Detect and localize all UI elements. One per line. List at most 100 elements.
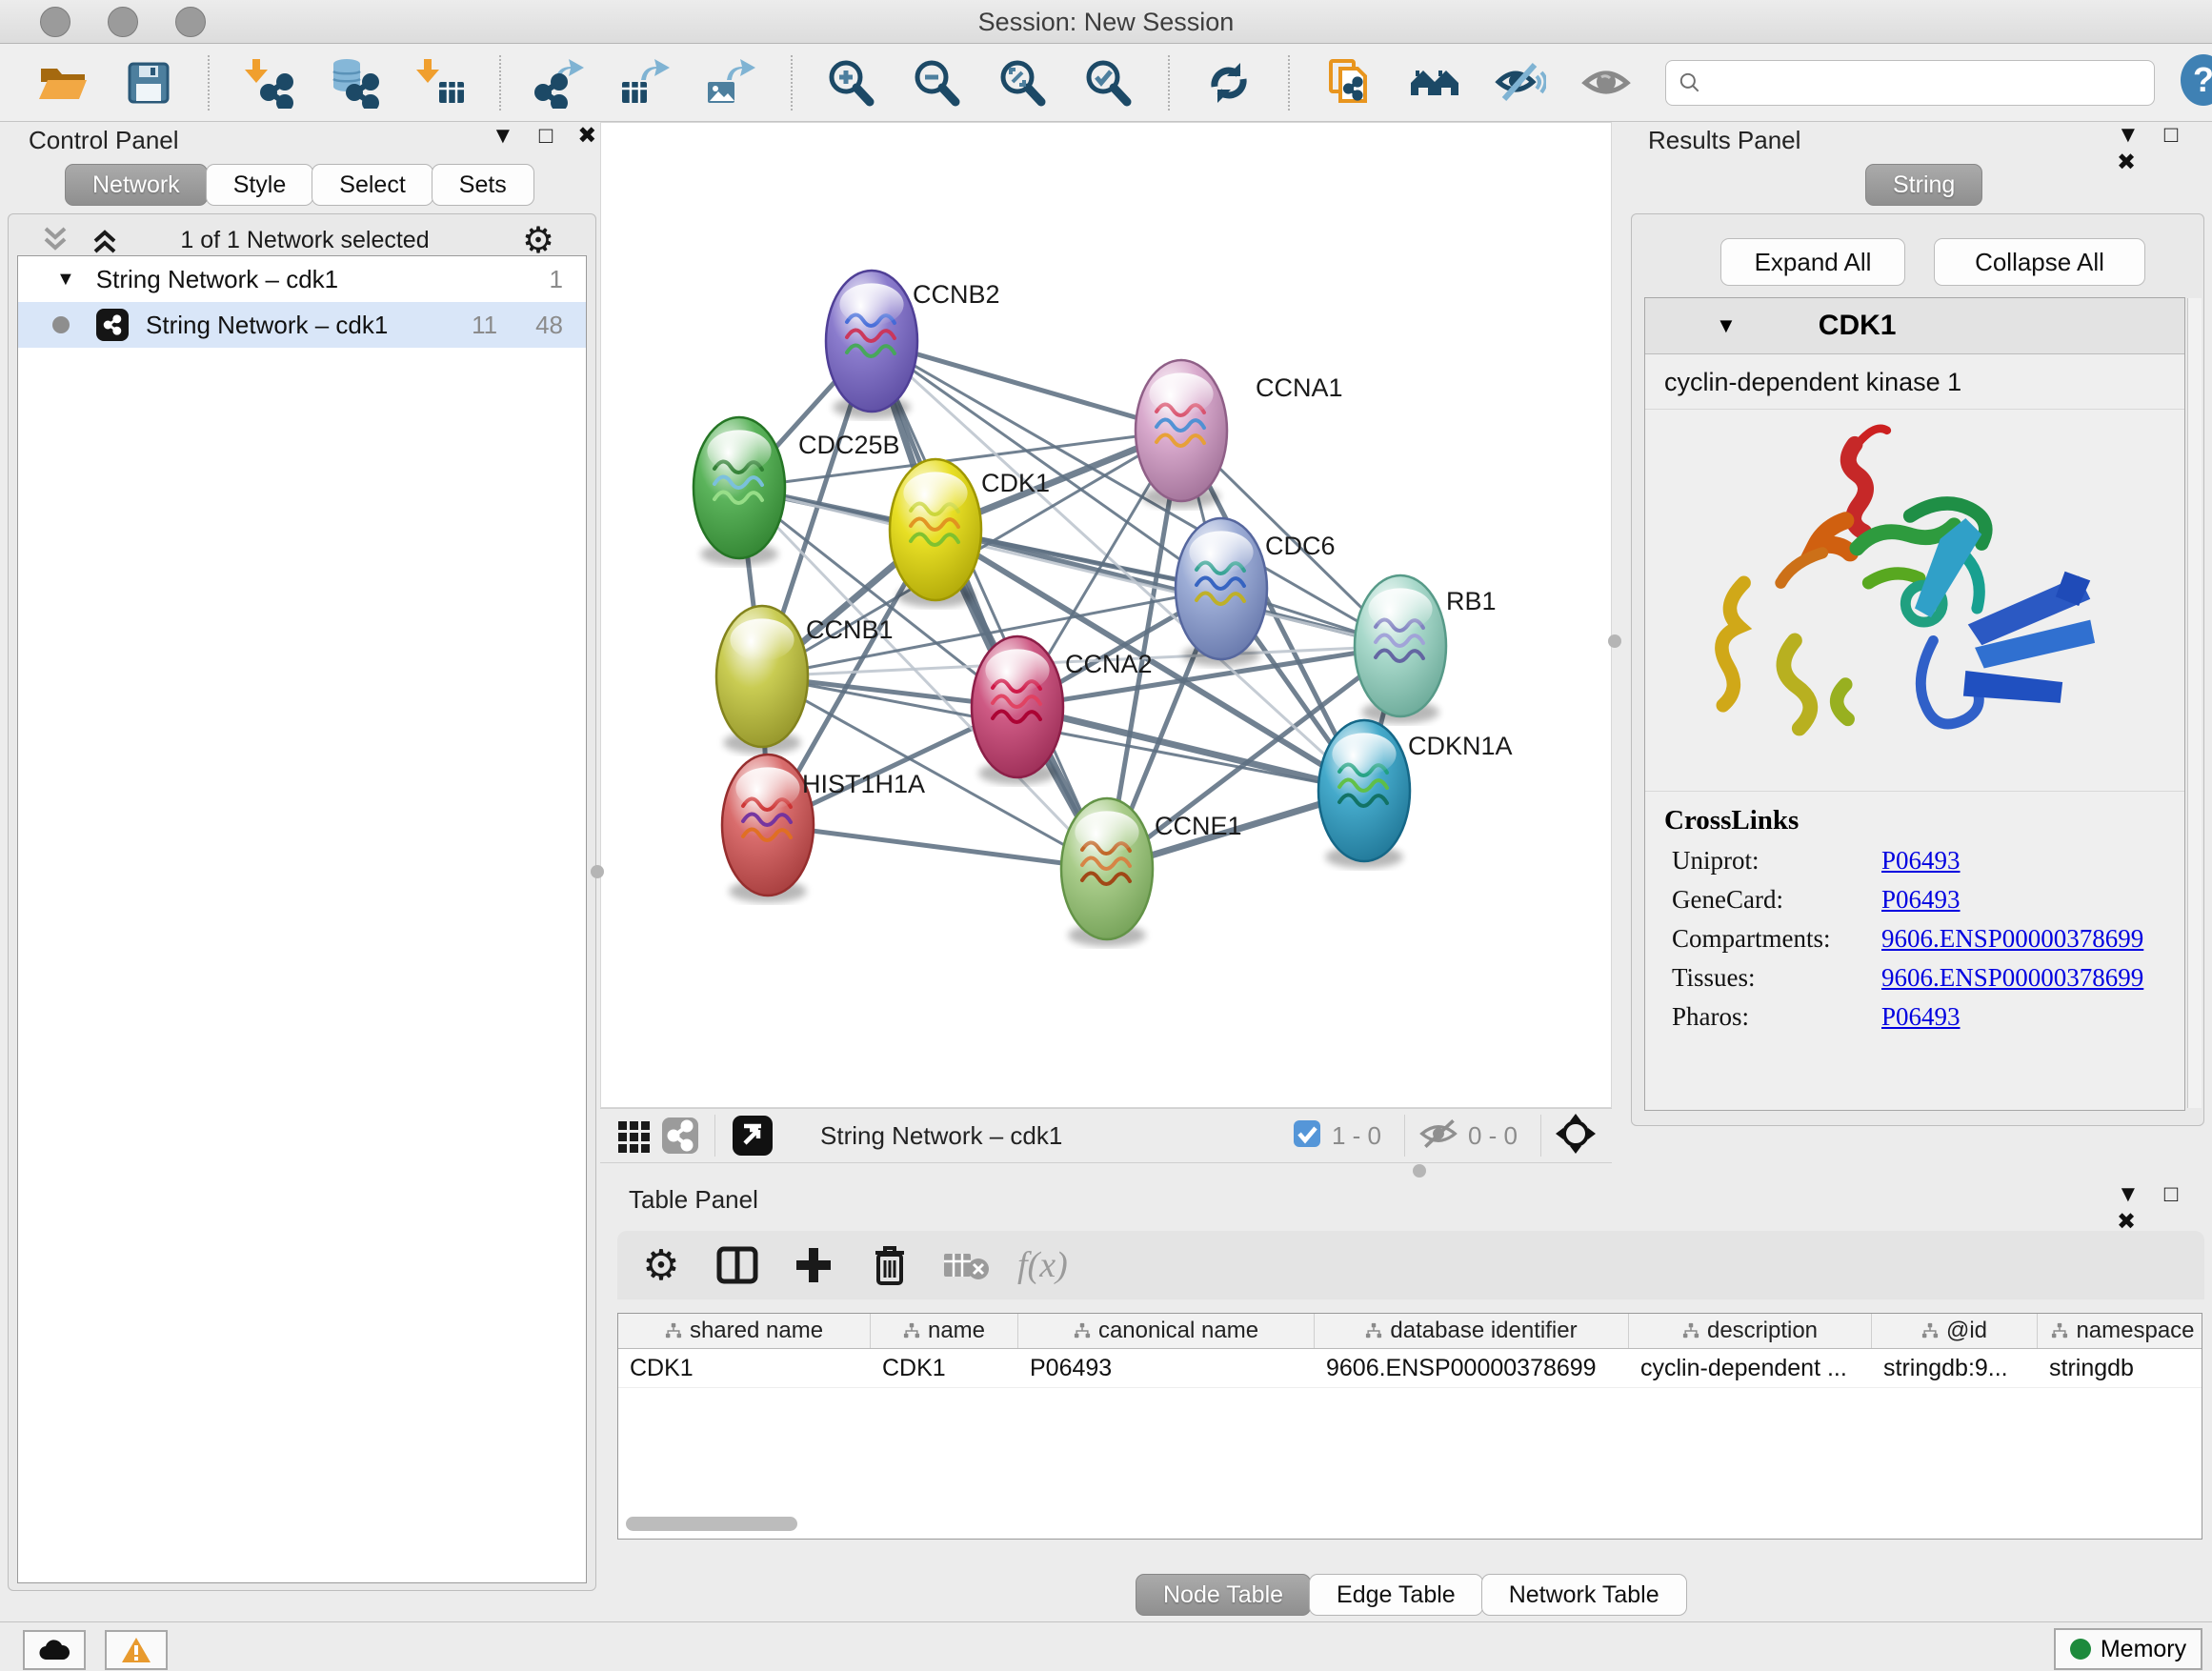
export-network-icon[interactable] bbox=[533, 56, 587, 110]
table-cell[interactable]: cyclin-dependent ... bbox=[1629, 1349, 1872, 1387]
tab-style[interactable]: Style bbox=[206, 164, 314, 206]
node-result-header[interactable]: ▼ CDK1 bbox=[1645, 298, 2184, 354]
crosslink-link[interactable]: P06493 bbox=[1881, 885, 1961, 915]
add-column-icon[interactable] bbox=[789, 1240, 838, 1290]
table-tab-edge-table[interactable]: Edge Table bbox=[1309, 1574, 1483, 1616]
search-input[interactable] bbox=[1702, 69, 2116, 97]
maximize-panel-icon[interactable]: □ bbox=[2164, 1181, 2179, 1208]
zoom-in-icon[interactable] bbox=[825, 56, 878, 110]
open-in-new-window-button[interactable] bbox=[729, 1109, 776, 1162]
svg-text:?: ? bbox=[2193, 60, 2212, 99]
import-table-file-icon[interactable] bbox=[413, 56, 467, 110]
toolbar-separator bbox=[208, 55, 210, 111]
table-cell[interactable]: 9606.ENSP00000378699 bbox=[1315, 1349, 1629, 1387]
edge-CCNB2-CCNA1[interactable] bbox=[872, 341, 1181, 431]
table-panel-window-buttons: ▼□✖ bbox=[2092, 1181, 2212, 1236]
export-image-icon[interactable] bbox=[705, 56, 758, 110]
tab-network[interactable]: Network bbox=[65, 164, 208, 206]
delete-column-trash-icon[interactable] bbox=[865, 1240, 915, 1290]
new-network-from-selection-icon[interactable] bbox=[1322, 56, 1376, 110]
results-tab-string[interactable]: String bbox=[1865, 164, 1982, 206]
crosslink-link[interactable]: 9606.ENSP00000378699 bbox=[1881, 963, 2143, 993]
maximize-panel-icon[interactable]: □ bbox=[539, 123, 553, 150]
network-collection-row[interactable]: ▼ String Network – cdk1 1 bbox=[18, 256, 586, 302]
node-HIST1H1A[interactable] bbox=[722, 755, 814, 903]
close-panel-icon[interactable]: ✖ bbox=[577, 122, 596, 150]
crosslink-link[interactable]: P06493 bbox=[1881, 846, 1961, 876]
bottom-splitter-grip[interactable] bbox=[1413, 1164, 1426, 1178]
close-panel-icon[interactable]: ✖ bbox=[2117, 149, 2136, 176]
node-CDC6[interactable] bbox=[1176, 518, 1267, 667]
hidden-eye-icon[interactable] bbox=[1418, 1117, 1458, 1155]
crosslink-label: Pharos: bbox=[1672, 1002, 1881, 1032]
node-RB1[interactable] bbox=[1355, 575, 1446, 724]
import-network-database-icon[interactable] bbox=[328, 56, 381, 110]
table-cell[interactable]: stringdb:9... bbox=[1872, 1349, 2038, 1387]
node-CDKN1A[interactable] bbox=[1318, 720, 1410, 869]
table-cell[interactable]: stringdb bbox=[2038, 1349, 2202, 1387]
node-label-CCNB1: CCNB1 bbox=[806, 615, 894, 644]
node-CCNB2[interactable] bbox=[826, 271, 917, 419]
float-panel-icon[interactable]: ▼ bbox=[2117, 122, 2140, 149]
collection-expand-icon[interactable]: ▼ bbox=[56, 269, 75, 291]
grid-view-icon[interactable] bbox=[613, 1109, 655, 1162]
crosslink-link[interactable]: 9606.ENSP00000378699 bbox=[1881, 924, 2143, 954]
show-all-icon[interactable] bbox=[1579, 56, 1633, 110]
function-builder-icon[interactable]: f(x) bbox=[1017, 1240, 1068, 1290]
table-tab-network-table[interactable]: Network Table bbox=[1481, 1574, 1687, 1616]
zoom-out-icon[interactable] bbox=[911, 56, 964, 110]
cloud-status-button[interactable] bbox=[23, 1630, 86, 1670]
column-header-shared-name[interactable]: shared name bbox=[618, 1314, 871, 1348]
show-columns-icon[interactable] bbox=[713, 1240, 762, 1290]
column-header-namespace[interactable]: namespace bbox=[2038, 1314, 2202, 1348]
column-header--id[interactable]: @id bbox=[1872, 1314, 2038, 1348]
network-share-view-icon[interactable] bbox=[659, 1109, 701, 1162]
float-panel-icon[interactable]: ▼ bbox=[492, 123, 514, 150]
left-splitter-grip[interactable] bbox=[591, 865, 604, 878]
column-header-canonical-name[interactable]: canonical name bbox=[1018, 1314, 1315, 1348]
crosslink-link[interactable]: P06493 bbox=[1881, 1002, 1961, 1032]
node-CDC25B[interactable] bbox=[694, 417, 785, 566]
maximize-panel-icon[interactable]: □ bbox=[2164, 122, 2179, 149]
help-button[interactable]: ? bbox=[2178, 52, 2212, 112]
tab-sets[interactable]: Sets bbox=[432, 164, 534, 206]
results-scrollbar[interactable] bbox=[2187, 298, 2202, 1108]
edge-HIST1H1A-CCNE1[interactable] bbox=[768, 825, 1107, 869]
table-tab-node-table[interactable]: Node Table bbox=[1136, 1574, 1311, 1616]
import-network-file-icon[interactable] bbox=[242, 56, 295, 110]
table-cell[interactable]: CDK1 bbox=[618, 1349, 871, 1387]
right-splitter-grip[interactable] bbox=[1608, 634, 1621, 648]
fit-selected-crosshair-icon[interactable] bbox=[1555, 1113, 1597, 1159]
zoom-selected-icon[interactable] bbox=[1082, 56, 1136, 110]
network-row[interactable]: String Network – cdk1 11 48 bbox=[18, 302, 586, 348]
table-horizontal-scrollbar[interactable] bbox=[626, 1517, 797, 1531]
network-graph[interactable]: CCNB2CCNA1CDC25BCDK1CDC6RB1CCNB1CCNA2CDK… bbox=[600, 122, 1612, 1113]
column-header-name[interactable]: name bbox=[871, 1314, 1018, 1348]
column-header-database-identifier[interactable]: database identifier bbox=[1315, 1314, 1629, 1348]
node-CCNB1[interactable] bbox=[716, 606, 808, 755]
expand-all-button[interactable]: Expand All bbox=[1720, 238, 1905, 286]
export-table-icon[interactable] bbox=[619, 56, 673, 110]
search-field[interactable] bbox=[1665, 60, 2155, 106]
table-options-gear-icon[interactable]: ⚙ bbox=[636, 1240, 686, 1290]
node-CCNE1[interactable] bbox=[1061, 798, 1153, 947]
first-neighbors-icon[interactable] bbox=[1408, 56, 1461, 110]
table-row[interactable]: CDK1CDK1P064939606.ENSP00000378699cyclin… bbox=[618, 1349, 2202, 1388]
delete-table-icon[interactable] bbox=[941, 1240, 991, 1290]
column-header-description[interactable]: description bbox=[1629, 1314, 1872, 1348]
tab-select[interactable]: Select bbox=[312, 164, 432, 206]
apply-layout-icon[interactable] bbox=[1202, 56, 1256, 110]
table-cell[interactable]: P06493 bbox=[1018, 1349, 1315, 1387]
collapse-all-button[interactable]: Collapse All bbox=[1934, 238, 2145, 286]
node-table[interactable]: shared namenamecanonical namedatabase id… bbox=[617, 1313, 2202, 1540]
selected-checkbox-icon[interactable] bbox=[1292, 1118, 1322, 1154]
memory-button[interactable]: Memory bbox=[2054, 1628, 2202, 1670]
table-cell[interactable]: CDK1 bbox=[871, 1349, 1018, 1387]
zoom-fit-content-icon[interactable] bbox=[996, 56, 1050, 110]
warning-status-button[interactable] bbox=[105, 1630, 168, 1670]
hide-selection-icon[interactable] bbox=[1494, 56, 1547, 110]
collapse-entry-icon[interactable]: ▼ bbox=[1716, 313, 1737, 338]
open-session-icon[interactable] bbox=[36, 56, 90, 110]
float-panel-icon[interactable]: ▼ bbox=[2117, 1181, 2140, 1208]
save-session-icon[interactable] bbox=[122, 56, 175, 110]
